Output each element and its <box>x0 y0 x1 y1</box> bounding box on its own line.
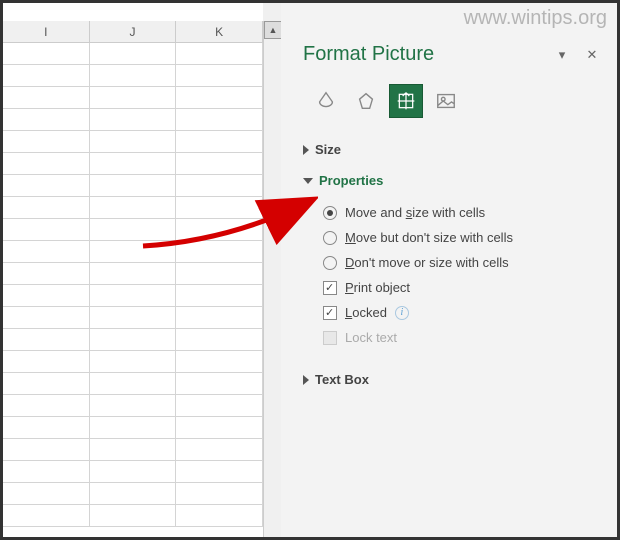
picture-tab[interactable] <box>429 84 463 118</box>
grid-row[interactable] <box>3 351 263 373</box>
option-label: Print object <box>345 280 410 295</box>
move-only-radio[interactable]: Move but don't size with cells <box>323 225 599 250</box>
size-section: Size <box>303 138 599 161</box>
lock-text-checkbox: Lock text <box>323 325 599 350</box>
grid-row[interactable] <box>3 43 263 65</box>
format-picture-panel: Format Picture ▾ ✕ Size <box>281 3 617 537</box>
radio-icon <box>323 231 337 245</box>
checkbox-icon <box>323 331 337 345</box>
option-label: Lock text <box>345 330 397 345</box>
grid-row[interactable] <box>3 395 263 417</box>
checkbox-icon <box>323 281 337 295</box>
col-header-i[interactable]: I <box>3 21 90 42</box>
properties-section: Properties Move and size with cells Move… <box>303 169 599 360</box>
app-container: I J K ▲ <box>3 3 617 537</box>
grid-row[interactable] <box>3 87 263 109</box>
grid-row[interactable] <box>3 417 263 439</box>
properties-section-header[interactable]: Properties <box>303 169 599 192</box>
grid-row[interactable] <box>3 329 263 351</box>
watermark-text: www.wintips.org <box>464 7 607 30</box>
col-header-k[interactable]: K <box>176 21 263 42</box>
grid-row[interactable] <box>3 175 263 197</box>
scroll-up-button[interactable]: ▲ <box>264 21 282 39</box>
grid-row[interactable] <box>3 219 263 241</box>
size-section-header[interactable]: Size <box>303 138 599 161</box>
collapse-icon <box>303 178 313 184</box>
size-section-title: Size <box>315 142 341 157</box>
grid-row[interactable] <box>3 373 263 395</box>
grid-row[interactable] <box>3 307 263 329</box>
option-label: Don't move or size with cells <box>345 255 509 270</box>
dont-move-radio[interactable]: Don't move or size with cells <box>323 250 599 275</box>
textbox-section-title: Text Box <box>315 372 369 387</box>
grid-row[interactable] <box>3 241 263 263</box>
panel-menu-button[interactable]: ▾ <box>555 48 569 62</box>
textbox-section: Text Box <box>303 368 599 391</box>
grid-row[interactable] <box>3 263 263 285</box>
vertical-scrollbar[interactable]: ▲ <box>263 21 281 537</box>
panel-header: Format Picture ▾ ✕ <box>303 43 599 66</box>
spreadsheet-grid: I J K <box>3 3 263 537</box>
textbox-section-header[interactable]: Text Box <box>303 368 599 391</box>
grid-row[interactable] <box>3 153 263 175</box>
locked-checkbox[interactable]: Locked i <box>323 300 599 325</box>
grid-rows <box>3 43 263 527</box>
grid-row[interactable] <box>3 131 263 153</box>
option-label: Locked <box>345 305 387 320</box>
grid-row[interactable] <box>3 483 263 505</box>
grid-row[interactable] <box>3 65 263 87</box>
checkbox-icon <box>323 306 337 320</box>
grid-row[interactable] <box>3 439 263 461</box>
category-tabs <box>309 84 599 118</box>
col-header-j[interactable]: J <box>90 21 177 42</box>
grid-row[interactable] <box>3 461 263 483</box>
radio-icon <box>323 256 337 270</box>
grid-row[interactable] <box>3 285 263 307</box>
grid-row[interactable] <box>3 109 263 131</box>
radio-icon <box>323 206 337 220</box>
expand-icon <box>303 145 309 155</box>
properties-body: Move and size with cells Move but don't … <box>303 192 599 360</box>
properties-section-title: Properties <box>319 173 383 188</box>
option-label: Move but don't size with cells <box>345 230 513 245</box>
panel-title: Format Picture <box>303 43 434 66</box>
column-headers: I J K <box>3 21 263 43</box>
move-and-size-radio[interactable]: Move and size with cells <box>323 200 599 225</box>
print-object-checkbox[interactable]: Print object <box>323 275 599 300</box>
grid-row[interactable] <box>3 505 263 527</box>
info-icon[interactable]: i <box>395 306 409 320</box>
close-icon[interactable]: ✕ <box>585 48 599 62</box>
expand-icon <box>303 375 309 385</box>
effects-tab[interactable] <box>349 84 383 118</box>
size-properties-tab[interactable] <box>389 84 423 118</box>
grid-row[interactable] <box>3 197 263 219</box>
fill-line-tab[interactable] <box>309 84 343 118</box>
option-label: Move and size with cells <box>345 205 485 220</box>
